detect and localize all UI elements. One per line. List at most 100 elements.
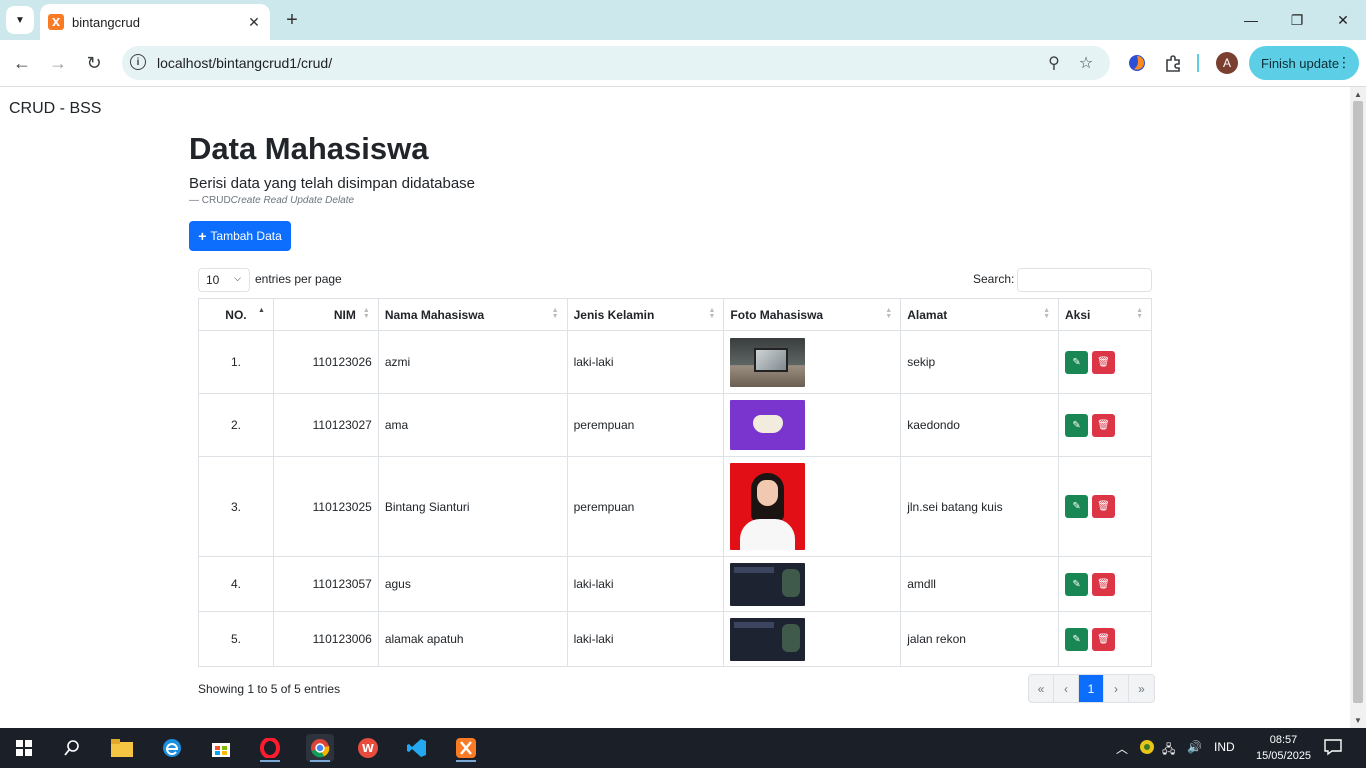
xampp-favicon-icon xyxy=(48,14,64,30)
vertical-scrollbar[interactable]: ▲ ▼ xyxy=(1350,87,1366,728)
cell-no: 3. xyxy=(198,456,274,557)
scroll-up-icon[interactable]: ▲ xyxy=(1354,90,1362,99)
cell-nim: 110123026 xyxy=(272,330,379,394)
bookmark-star-icon[interactable]: ☆ xyxy=(1076,53,1096,73)
minimize-icon[interactable]: — xyxy=(1228,0,1274,40)
cell-jenis-kelamin: perempuan xyxy=(566,456,725,557)
back-icon[interactable]: ← xyxy=(8,49,36,77)
extensions-puzzle-icon[interactable] xyxy=(1162,52,1184,74)
restore-icon[interactable]: ❐ xyxy=(1274,0,1320,40)
navbar-brand[interactable]: CRUD - BSS xyxy=(9,100,101,118)
table-info: Showing 1 to 5 of 5 entries xyxy=(198,682,341,696)
col-header-foto[interactable]: Foto Mahasiswa ▲ ▼ xyxy=(723,298,902,331)
clock-date: 15/05/2025 xyxy=(1256,750,1312,762)
student-photo-laptop xyxy=(730,337,806,387)
notifications-icon[interactable] xyxy=(1324,738,1342,759)
cell-alamat: jln.sei batang kuis xyxy=(900,456,1060,557)
col-header-nim[interactable]: NIM ▲ ▼ xyxy=(272,298,379,331)
col-header-alamat[interactable]: Alamat ▲ ▼ xyxy=(900,298,1060,331)
finish-update-button[interactable]: Finish update ⋮ xyxy=(1249,46,1359,80)
col-header-label: Jenis Kelamin xyxy=(573,307,655,322)
col-header-aksi[interactable]: Aksi ▲ ▼ xyxy=(1058,298,1152,331)
windows-start-icon[interactable] xyxy=(10,734,38,762)
pagination-page-1[interactable]: 1 xyxy=(1079,675,1104,702)
cell-nama: alamak apatuh xyxy=(377,611,568,667)
reload-icon[interactable]: ↻ xyxy=(80,49,108,77)
site-info-icon[interactable]: i xyxy=(130,54,146,70)
volume-icon[interactable]: 🔊 xyxy=(1187,740,1202,754)
pagination-next[interactable]: › xyxy=(1104,675,1129,702)
col-header-nama[interactable]: Nama Mahasiswa ▲ ▼ xyxy=(377,298,568,331)
sort-icon: ▲ ▼ xyxy=(551,307,559,320)
finish-update-label: Finish update xyxy=(1261,55,1340,71)
delete-button[interactable]: 🗑 xyxy=(1092,572,1116,596)
edit-button[interactable]: ✎ xyxy=(1065,413,1089,437)
microsoft-store-icon[interactable] xyxy=(207,734,235,762)
cell-aksi: ✎ 🗑 xyxy=(1058,556,1152,612)
table-row: 2. 110123027 ama perempuan kaedondo ✎ 🗑 xyxy=(198,393,1152,457)
delete-button[interactable]: 🗑 xyxy=(1092,495,1116,518)
browser-tab[interactable]: bintangcrud ✕ xyxy=(40,4,270,40)
url-text[interactable]: localhost/bintangcrud1/crud/ xyxy=(157,55,332,71)
edit-button[interactable]: ✎ xyxy=(1065,572,1089,596)
profile-avatar[interactable]: A xyxy=(1216,52,1238,74)
cell-nim: 110123027 xyxy=(272,393,379,457)
tray-chevron-up-icon[interactable]: ︿ xyxy=(1116,740,1128,757)
sort-icon: ▲ ▼ xyxy=(1136,307,1143,320)
entries-per-page-select[interactable]: 10 ⌵ xyxy=(198,268,250,292)
col-header-label: Alamat xyxy=(907,307,948,322)
cell-aksi: ✎ 🗑 xyxy=(1058,393,1152,457)
sort-icon: ▲ ▼ xyxy=(362,307,370,320)
col-header-jenis-kelamin[interactable]: Jenis Kelamin ▲ ▼ xyxy=(566,298,725,331)
firefox-extension-icon[interactable] xyxy=(1126,52,1148,74)
edit-button[interactable]: ✎ xyxy=(1065,495,1089,518)
col-header-no[interactable]: NO. ▲ xyxy=(198,298,274,331)
cite-prefix: — CRUD xyxy=(189,195,231,206)
pagination-last[interactable]: » xyxy=(1129,675,1154,702)
network-icon[interactable]: 🖧 xyxy=(1162,740,1175,761)
pagination-previous[interactable]: ‹ xyxy=(1054,675,1079,702)
new-tab-icon[interactable]: + xyxy=(280,8,304,32)
search-icon[interactable] xyxy=(58,734,86,762)
file-explorer-icon[interactable] xyxy=(108,734,136,762)
cell-foto xyxy=(723,330,902,394)
search-input[interactable] xyxy=(1017,268,1152,292)
cell-foto xyxy=(723,456,902,557)
system-clock[interactable]: 08:57 15/05/2025 xyxy=(1256,732,1311,764)
scroll-thumb[interactable] xyxy=(1353,101,1363,703)
more-menu-icon[interactable]: ⋮ xyxy=(1337,54,1351,71)
sort-icon: ▲ ▼ xyxy=(708,307,716,320)
edit-button[interactable]: ✎ xyxy=(1065,350,1089,374)
forward-icon[interactable]: → xyxy=(44,49,72,77)
edge-browser-icon[interactable] xyxy=(158,734,186,762)
entries-per-page-label: entries per page xyxy=(255,272,342,286)
cell-alamat: jalan rekon xyxy=(900,611,1060,667)
cell-jenis-kelamin: laki-laki xyxy=(566,611,725,667)
tab-search-chevron-icon[interactable]: ▼ xyxy=(6,6,34,34)
add-data-button[interactable]: + Tambah Data xyxy=(189,221,291,251)
col-header-label: Aksi xyxy=(1065,307,1091,322)
tab-close-icon[interactable]: ✕ xyxy=(244,12,264,32)
xampp-icon[interactable] xyxy=(452,734,480,762)
scroll-down-icon[interactable]: ▼ xyxy=(1354,716,1362,725)
wps-office-icon[interactable]: W xyxy=(354,734,382,762)
student-photo-website xyxy=(730,562,806,606)
add-data-label: Tambah Data xyxy=(210,229,282,243)
delete-button[interactable]: 🗑 xyxy=(1092,413,1116,437)
student-photo-website xyxy=(730,617,806,661)
pagination-first[interactable]: « xyxy=(1029,675,1054,702)
address-bar[interactable]: i localhost/bintangcrud1/crud/ ⚲ ☆ xyxy=(122,46,1110,80)
close-window-icon[interactable]: ✕ xyxy=(1320,0,1366,40)
zoom-search-icon[interactable]: ⚲ xyxy=(1044,53,1064,73)
page-viewport: CRUD - BSS Data Mahasiswa Berisi data ya… xyxy=(0,87,1350,728)
delete-button[interactable]: 🗑 xyxy=(1092,350,1116,374)
cell-jenis-kelamin: laki-laki xyxy=(566,330,725,394)
chrome-icon[interactable] xyxy=(306,734,334,762)
language-indicator[interactable]: IND xyxy=(1214,740,1235,754)
table-row: 3. 110123025 Bintang Sianturi perempuan … xyxy=(198,456,1152,557)
delete-button[interactable]: 🗑 xyxy=(1092,627,1116,651)
tray-app-icon[interactable] xyxy=(1139,739,1155,758)
opera-icon[interactable] xyxy=(256,734,284,762)
edit-button[interactable]: ✎ xyxy=(1065,627,1089,651)
vscode-icon[interactable] xyxy=(403,734,431,762)
